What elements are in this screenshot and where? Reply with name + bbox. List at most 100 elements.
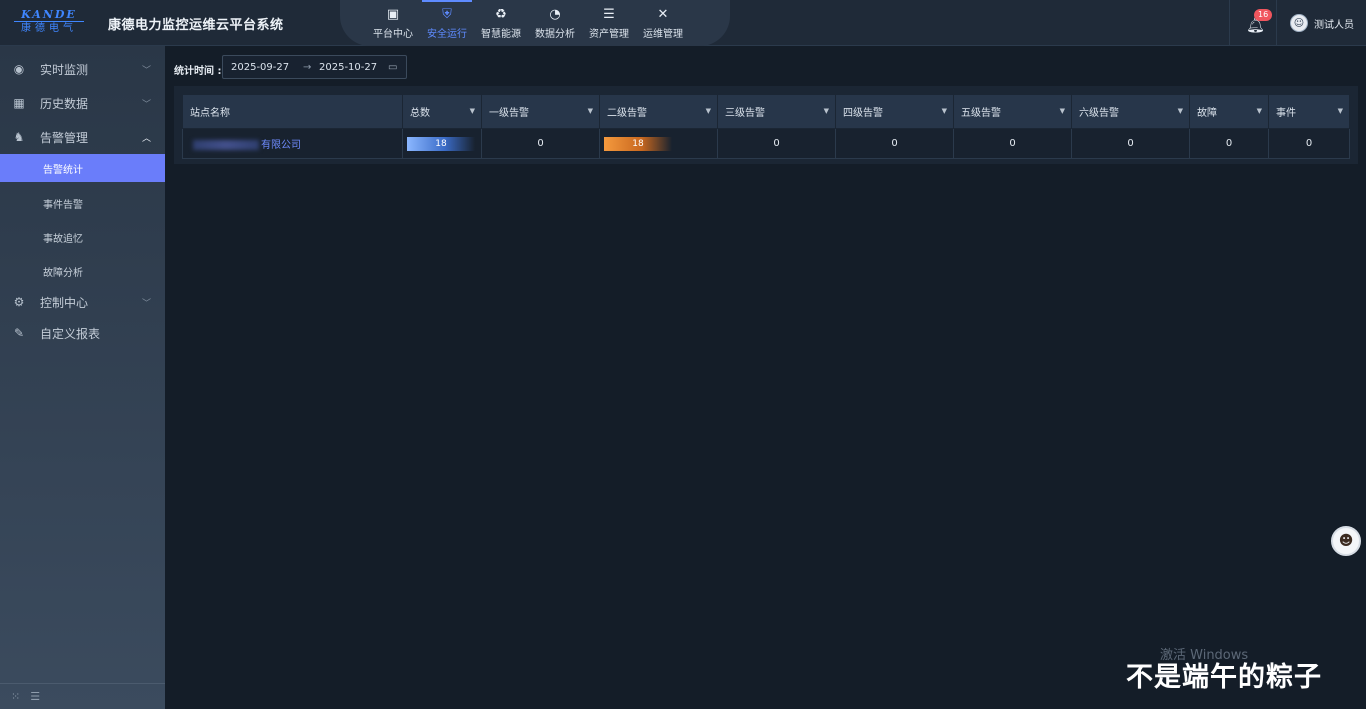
logo: KANDE 康德电气 — [14, 9, 84, 37]
sidebar-item-alarm-management[interactable]: ♞ 告警管理 ︿ — [0, 122, 165, 152]
column-header-level5[interactable]: 五级告警 ▼ — [953, 94, 1072, 129]
user-name: 测试人员 — [1314, 19, 1354, 31]
nav-label: 资产管理 — [589, 28, 629, 40]
sidebar-subitem-accident-recall[interactable]: 事故追忆 — [0, 223, 165, 251]
column-header-station: 站点名称 — [182, 94, 403, 129]
table-row: 有限公司 18 0 18 0 0 0 0 0 0 — [182, 128, 1350, 159]
column-header-total[interactable]: 总数 ▼ — [402, 94, 482, 129]
pie-chart-icon: ◔ — [549, 6, 561, 22]
column-header-level2[interactable]: 二级告警 ▼ — [599, 94, 718, 129]
sort-down-icon[interactable]: ▼ — [470, 107, 475, 115]
redacted-text — [193, 140, 259, 150]
nav-ops-management[interactable]: ✕ 运维管理 — [636, 0, 690, 46]
total-bar: 18 — [407, 136, 475, 151]
stat-time-label: 统计时间 : — [174, 66, 222, 77]
nav-label: 平台中心 — [373, 28, 413, 40]
sidebar-item-label: 自定义报表 — [40, 326, 101, 341]
column-header-level1[interactable]: 一级告警 ▼ — [481, 94, 600, 129]
avatar: ☺ — [1290, 14, 1308, 32]
start-date[interactable]: 2025-09-27 — [231, 62, 289, 73]
sidebar-item-realtime-monitoring[interactable]: ◉ 实时监测 ﹀ — [0, 54, 165, 84]
grid-menu-icon[interactable]: ⁙ — [11, 690, 20, 703]
sort-down-icon[interactable]: ▼ — [1060, 107, 1065, 115]
column-header-fault[interactable]: 故障 ▼ — [1189, 94, 1269, 129]
chevron-down-icon: ﹀ — [141, 65, 151, 76]
nav-label: 运维管理 — [643, 28, 683, 40]
logo-en: KANDE — [14, 9, 84, 22]
collapse-sidebar-icon[interactable]: ☰ — [30, 690, 40, 703]
nav-label: 安全运行 — [427, 28, 467, 40]
alarm-statistics-panel: 站点名称 总数 ▼ 一级告警 ▼ 二级告警 ▼ 三级告警 ▼ 四级告警 ▼ 五级告警 ▼ 六… — [174, 86, 1358, 164]
notification-badge: 16 — [1254, 9, 1273, 21]
date-separator: → — [303, 61, 312, 73]
recycle-icon: ♻ — [495, 6, 507, 22]
user-menu[interactable]: ☺ 测试人员 — [1290, 14, 1354, 32]
nav-label: 智慧能源 — [481, 28, 521, 40]
sort-down-icon[interactable]: ▼ — [1338, 107, 1343, 115]
calendar-icon[interactable]: ▭ — [388, 62, 397, 73]
level2-cell: 18 — [599, 128, 718, 159]
assistant-face-icon: ☻ — [1338, 533, 1354, 549]
nav-asset-management[interactable]: ☰ 资产管理 — [582, 0, 636, 46]
top-header: KANDE 康德电气 康德电力监控运维云平台系统 ▣ 平台中心 ⛨ 安全运行 ♻… — [0, 0, 1366, 46]
sidebar-item-label: 实时监测 — [40, 62, 89, 77]
system-title: 康德电力监控运维云平台系统 — [108, 18, 284, 33]
platform-icon: ▣ — [386, 6, 400, 22]
sort-down-icon[interactable]: ▼ — [706, 107, 711, 115]
sort-down-icon[interactable]: ▼ — [588, 107, 593, 115]
tools-icon: ✕ — [657, 6, 669, 22]
chevron-down-icon: ﹀ — [141, 99, 151, 110]
date-range-picker[interactable]: 2025-09-27 → 2025-10-27 ▭ — [222, 55, 407, 79]
level3-cell: 0 — [717, 128, 836, 159]
level4-cell: 0 — [835, 128, 954, 159]
nav-smart-energy[interactable]: ♻ 智慧能源 — [474, 0, 528, 46]
sort-down-icon[interactable]: ▼ — [1178, 107, 1183, 115]
dashboard-icon: ◉ — [13, 62, 25, 76]
column-header-level3[interactable]: 三级告警 ▼ — [717, 94, 836, 129]
chevron-up-icon: ︿ — [141, 133, 151, 144]
column-header-level4[interactable]: 四级告警 ▼ — [835, 94, 954, 129]
table-header-row: 站点名称 总数 ▼ 一级告警 ▼ 二级告警 ▼ 三级告警 ▼ 四级告警 ▼ 五级告警 ▼ 六… — [182, 94, 1350, 129]
notification-button[interactable]: 🔔︎ 16 — [1229, 0, 1277, 46]
sidebar-item-label: 告警管理 — [40, 130, 89, 145]
sort-down-icon[interactable]: ▼ — [942, 107, 947, 115]
nav-data-analysis[interactable]: ◔ 数据分析 — [528, 0, 582, 46]
nav-label: 数据分析 — [535, 28, 575, 40]
end-date[interactable]: 2025-10-27 — [319, 62, 377, 73]
assistant-avatar-button[interactable]: ☻ — [1331, 526, 1361, 556]
alarm-icon: ♞ — [13, 130, 25, 144]
fault-cell: 0 — [1189, 128, 1269, 159]
event-cell: 0 — [1268, 128, 1350, 159]
chevron-down-icon: ﹀ — [141, 298, 151, 309]
gear-icon: ⚙ — [13, 295, 25, 309]
database-icon: ☰ — [603, 6, 615, 22]
sidebar-subitem-event-alarm[interactable]: 事件告警 — [0, 189, 165, 217]
sidebar-subitem-fault-analysis[interactable]: 故障分析 — [0, 257, 165, 285]
nav-safe-operation[interactable]: ⛨ 安全运行 — [420, 0, 474, 46]
sidebar-item-history-data[interactable]: ▦ 历史数据 ﹀ — [0, 88, 165, 118]
alarm-statistics-table: 站点名称 总数 ▼ 一级告警 ▼ 二级告警 ▼ 三级告警 ▼ 四级告警 ▼ 五级告警 ▼ 六… — [182, 94, 1350, 159]
calendar-icon: ▦ — [13, 96, 25, 110]
level6-cell: 0 — [1071, 128, 1190, 159]
top-nav: ▣ 平台中心 ⛨ 安全运行 ♻ 智慧能源 ◔ 数据分析 ☰ 资产管理 ✕ 运维管… — [366, 0, 690, 46]
sort-down-icon[interactable]: ▼ — [1257, 107, 1262, 115]
level1-cell: 0 — [481, 128, 600, 159]
sidebar-subitem-alarm-statistics[interactable]: 告警统计 — [0, 154, 165, 182]
sidebar-item-control-center[interactable]: ⚙ 控制中心 ﹀ — [0, 287, 165, 317]
edit-report-icon: ✎ — [13, 326, 25, 340]
sidebar-item-label: 控制中心 — [40, 295, 89, 310]
sidebar-item-label: 历史数据 — [40, 96, 89, 111]
station-name-cell[interactable]: 有限公司 — [182, 128, 403, 159]
level2-bar: 18 — [604, 136, 672, 151]
sidebar-item-custom-report[interactable]: ✎ 自定义报表 — [0, 318, 165, 348]
sidebar: ◉ 实时监测 ﹀ ▦ 历史数据 ﹀ ♞ 告警管理 ︿ 告警统计 事件告警 事故追… — [0, 46, 165, 709]
column-header-event[interactable]: 事件 ▼ — [1268, 94, 1350, 129]
level5-cell: 0 — [953, 128, 1072, 159]
column-header-level6[interactable]: 六级告警 ▼ — [1071, 94, 1190, 129]
shield-icon: ⛨ — [442, 6, 452, 22]
overlay-caption: 不是端午的粽子 — [1126, 662, 1322, 693]
sort-down-icon[interactable]: ▼ — [824, 107, 829, 115]
sidebar-footer: ⁙ ☰ — [0, 683, 165, 709]
total-cell: 18 — [402, 128, 482, 159]
nav-platform-center[interactable]: ▣ 平台中心 — [366, 0, 420, 46]
